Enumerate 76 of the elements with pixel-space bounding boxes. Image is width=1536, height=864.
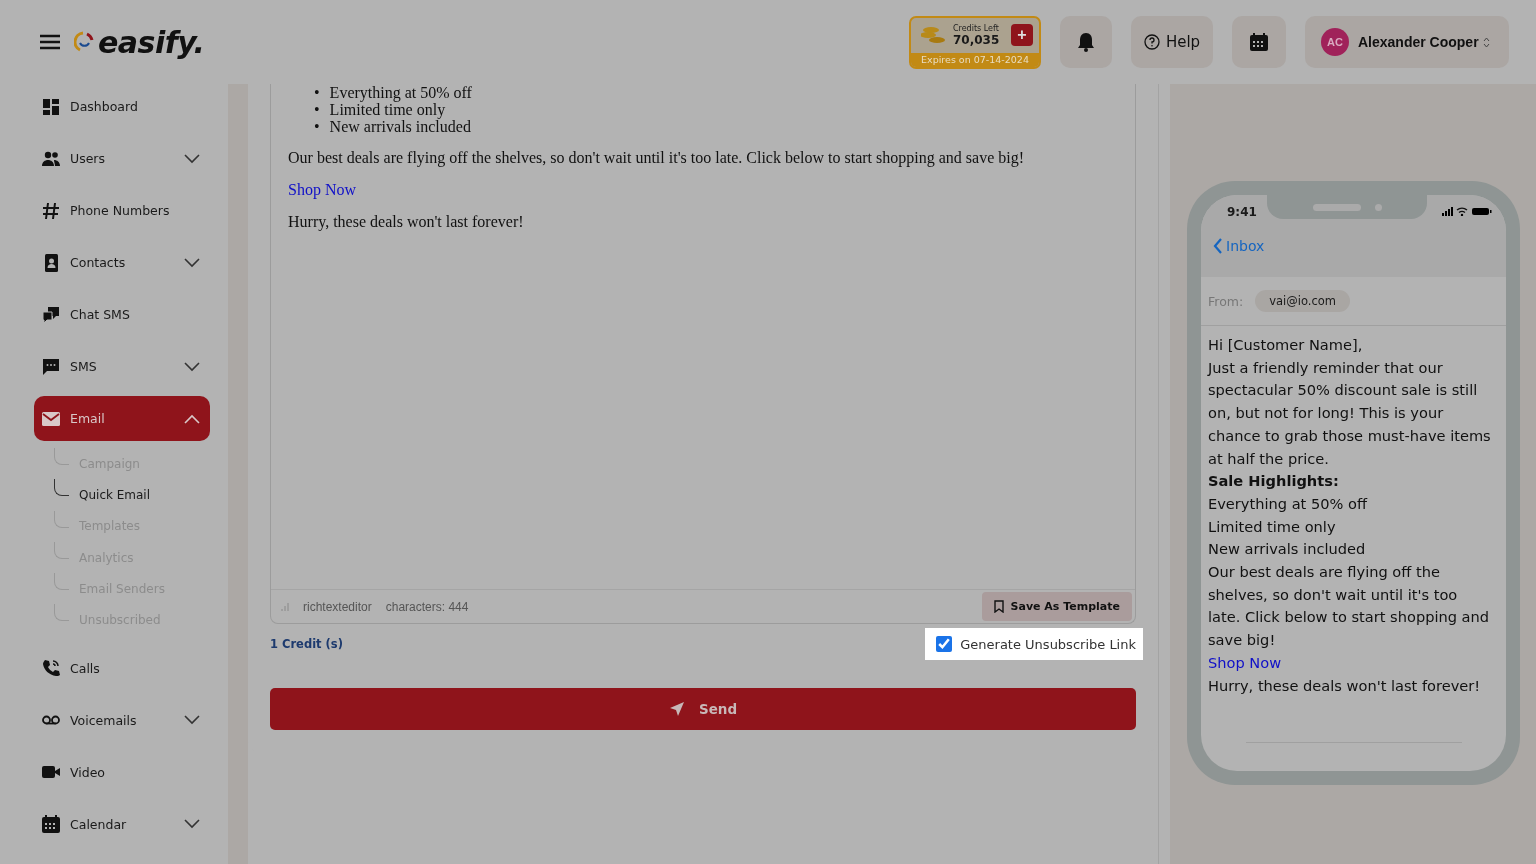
bullet-text: Limited time only xyxy=(329,101,446,118)
shop-link[interactable]: Shop Now xyxy=(288,181,356,198)
sidebar-item[interactable]: Chat SMS xyxy=(34,292,210,337)
menu-icon[interactable] xyxy=(40,34,60,50)
bullet-text: Everything at 50% off xyxy=(329,84,472,101)
sidebar-item[interactable]: Email xyxy=(34,396,210,441)
chevron-icon xyxy=(184,819,200,830)
preview-text: Limited time only xyxy=(1208,516,1337,537)
closing-line: Hurry, these deals won't last forever! xyxy=(288,213,525,231)
sidebar-item[interactable]: Calendar xyxy=(34,801,210,847)
chat-bubbles-icon xyxy=(42,305,60,324)
credits-label: Credits Left xyxy=(953,23,1000,33)
credits-amount: 70,035 xyxy=(953,32,1000,47)
status-time: 9:41 xyxy=(1227,205,1257,219)
user-avatar: AC xyxy=(1321,28,1349,56)
dashboard-icon xyxy=(42,97,60,116)
sender-chip: vai@io.com xyxy=(1255,290,1350,312)
phone-icon xyxy=(42,659,60,678)
preview-text: Hi [Customer Name], xyxy=(1208,335,1364,355)
chevron-icon xyxy=(184,361,200,372)
sidebar-item[interactable]: Dashboard xyxy=(34,84,210,129)
logo-icon xyxy=(74,31,94,53)
chevron-icon xyxy=(184,257,200,268)
unsubscribe-checkbox[interactable] xyxy=(936,636,953,652)
preview-text: Hurry, these deals won't last forever! xyxy=(1208,675,1482,696)
logo-text: easify. xyxy=(98,24,205,60)
character-count: characters: 444 xyxy=(385,599,469,614)
help-icon xyxy=(1143,34,1160,50)
preview-heading: Sale Highlights: xyxy=(1208,471,1340,492)
calendar-icon xyxy=(1250,33,1268,51)
sidebar-item[interactable]: Users xyxy=(34,136,210,181)
hash-icon xyxy=(42,201,60,220)
add-credits-button[interactable]: + xyxy=(1011,24,1033,46)
preview-text: Just a friendly reminder that our spectacular 50% discount sale is still on, but not for long! This is your chance to grab those must-have items at half the price. xyxy=(1208,357,1492,469)
calendar-icon xyxy=(42,815,60,834)
sidebar-item[interactable]: SMS xyxy=(34,344,210,389)
preview-text: Our best deals are flying off the shelves, so don't wait until it's too late. Click below to start shopping and save big! xyxy=(1208,562,1491,651)
bullet-marker: • xyxy=(314,84,320,101)
users-icon xyxy=(42,149,60,168)
editor-label: richtexteditor xyxy=(303,599,372,614)
sort-caret-icon xyxy=(1482,36,1490,48)
help-button[interactable]: Help xyxy=(1131,16,1213,68)
bullet-marker: • xyxy=(314,118,320,135)
sidebar-item[interactable]: Video xyxy=(34,749,210,795)
calendar-button[interactable] xyxy=(1232,16,1286,68)
coins-icon xyxy=(921,25,947,45)
preview-text: New arrivals included xyxy=(1208,539,1367,560)
sidebar-item[interactable]: Voicemails xyxy=(34,697,210,743)
back-chevron-icon xyxy=(1213,238,1223,254)
checkbox-label[interactable]: Generate Unsubscribe Link xyxy=(960,636,1136,652)
chevron-icon xyxy=(184,153,200,164)
send-icon xyxy=(668,701,685,717)
sidebar-item[interactable]: Contacts xyxy=(34,240,210,285)
chevron-icon xyxy=(184,715,200,726)
sidebar-item[interactable]: Phone Numbers xyxy=(34,188,210,233)
envelope-icon xyxy=(42,409,60,428)
preview-text: Everything at 50% off xyxy=(1208,493,1369,514)
bell-icon xyxy=(1077,32,1095,52)
credit-cost: 1 Credit (s) xyxy=(270,637,343,651)
bullet-text: New arrivals included xyxy=(329,118,471,135)
body-paragraph: Our best deals are flying off the shelves, so don't wait until it's too late. Click below to start shopping and save big! xyxy=(288,149,1025,167)
bullet-marker: • xyxy=(314,101,320,118)
contact-book-icon xyxy=(42,253,60,272)
send-button[interactable]: Send xyxy=(270,688,1136,730)
user-menu-button[interactable]: AC Alexander Cooper xyxy=(1305,16,1509,68)
notifications-button[interactable] xyxy=(1060,16,1112,68)
chevron-icon xyxy=(184,413,200,424)
preview-link[interactable]: Shop Now xyxy=(1208,653,1282,671)
message-icon xyxy=(42,357,60,376)
expiry-banner: Expires on 07-14-2024 xyxy=(911,52,1039,67)
submenu-item[interactable]: Quick Email xyxy=(54,479,228,511)
status-icons-drawing xyxy=(1442,207,1492,216)
sidebar-item[interactable]: Calls xyxy=(34,645,210,691)
bookmark-icon xyxy=(993,600,1004,613)
save-template-button[interactable]: Save As Template xyxy=(981,592,1132,621)
from-label: From: xyxy=(1208,293,1244,309)
